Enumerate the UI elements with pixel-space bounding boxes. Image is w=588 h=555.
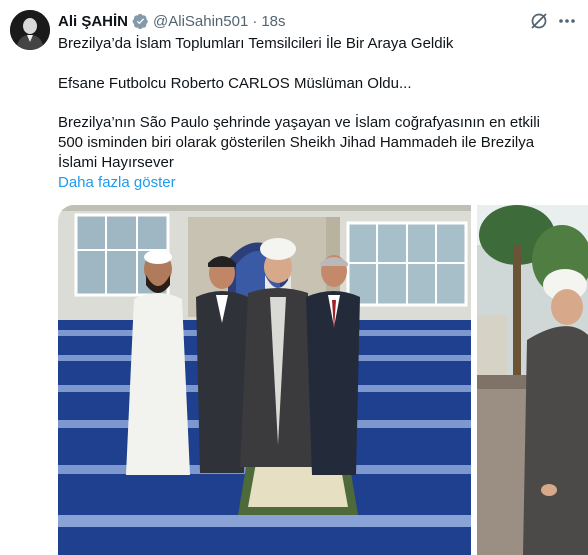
author-handle[interactable]: @AliSahin501 — [153, 13, 248, 30]
photo-mosque-group[interactable] — [58, 205, 471, 555]
author-avatar[interactable] — [10, 10, 50, 50]
separator-dot: · — [252, 12, 258, 30]
tweet-line-5: İslami Hayırsever — [58, 154, 174, 171]
tweet-line-4: 500 isminden biri olarak gösterilen Shei… — [58, 134, 535, 151]
tweet-header: Ali ŞAHİN @AliSahin501 · 18s — [58, 11, 286, 31]
more-options-icon[interactable] — [556, 11, 578, 31]
verified-badge-icon[interactable] — [132, 13, 149, 30]
timestamp[interactable]: 18s — [261, 13, 285, 30]
tweet-line-1: Brezilya’da İslam Toplumları Temsilciler… — [58, 35, 454, 52]
show-more-link[interactable]: Daha fazla göster — [58, 173, 176, 193]
author-name[interactable]: Ali ŞAHİN — [58, 13, 128, 30]
grok-icon[interactable] — [529, 11, 549, 31]
tweet-line-2: Efsane Futbolcu Roberto CARLOS Müslüman … — [58, 75, 412, 92]
photo-street[interactable] — [477, 205, 588, 555]
tweet-media — [58, 205, 588, 555]
tweet-line-3: Brezilya’nın São Paulo şehrinde yaşayan … — [58, 114, 540, 131]
